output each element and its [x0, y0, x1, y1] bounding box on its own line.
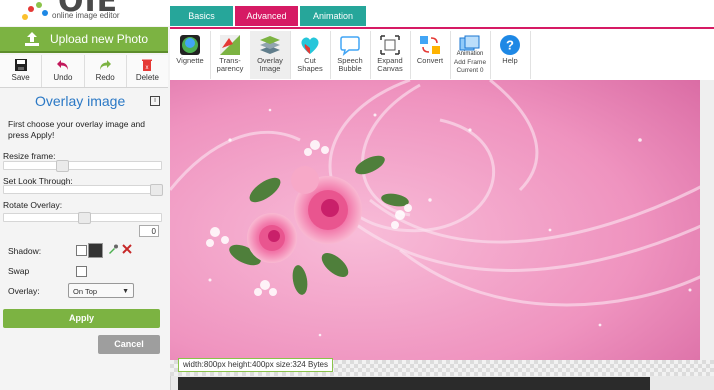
- save-label: Save: [11, 73, 30, 82]
- tool-speech-bubble[interactable]: Speech Bubble: [330, 31, 371, 79]
- tool-label: parency: [216, 64, 244, 73]
- tool-label: Convert: [416, 56, 444, 65]
- tool-transparency[interactable]: Trans- parency: [210, 31, 251, 79]
- panel-instructions: First choose your overlay image and pres…: [8, 119, 146, 140]
- apply-button[interactable]: Apply: [3, 309, 160, 328]
- slider-thumb[interactable]: [78, 212, 91, 224]
- logo-dot: [22, 14, 28, 20]
- tool-strip: Vignette Trans- parency Overlay Image Cu…: [170, 27, 714, 82]
- upload-icon: [20, 31, 44, 47]
- color-picker-icon[interactable]: [107, 243, 119, 255]
- tool-overlay-image[interactable]: Overlay Image: [250, 31, 291, 79]
- trash-icon: x: [142, 59, 153, 71]
- slider-thumb[interactable]: [56, 160, 69, 172]
- floppy-icon: [14, 59, 27, 71]
- tool-label: Current 0: [456, 67, 484, 74]
- rotate-overlay-label: Rotate Overlay:: [3, 200, 63, 210]
- tool-expand-canvas[interactable]: Expand Canvas: [370, 31, 411, 79]
- resize-frame-label: Resize frame:: [3, 151, 56, 161]
- image-info-status: width:800px height:400px size:324 Bytes: [178, 358, 333, 372]
- overlay-position-select[interactable]: On Top ▼: [68, 283, 134, 298]
- help-icon: ?: [500, 35, 520, 55]
- overlay-selected-value: On Top: [73, 287, 98, 296]
- redo-icon: [100, 60, 112, 70]
- rotate-value-input[interactable]: 0: [139, 225, 159, 237]
- logo[interactable]: OIE online image editor: [0, 0, 170, 26]
- flower-image: [170, 80, 714, 360]
- reset-tools-icon[interactable]: [121, 243, 133, 255]
- swap-checkbox[interactable]: [76, 266, 87, 277]
- tool-add-frame[interactable]: Animation Add Frame Current 0: [450, 31, 491, 79]
- tool-label: Vignette: [176, 56, 204, 65]
- logo-dot: [36, 2, 42, 8]
- tool-label: Add Frame: [453, 59, 487, 66]
- tab-animation[interactable]: Animation: [300, 6, 366, 26]
- overlay-label: Overlay:: [8, 286, 40, 296]
- svg-text:x: x: [146, 65, 149, 71]
- convert-icon: [420, 36, 440, 54]
- animation-icon: [459, 35, 480, 51]
- delete-label: Delete: [135, 73, 159, 82]
- tool-label: Help: [502, 56, 518, 65]
- tool-cut-shapes[interactable]: Cut Shapes: [290, 31, 331, 79]
- tool-label: Bubble: [338, 64, 362, 73]
- shadow-color-swatch[interactable]: [88, 243, 103, 258]
- cancel-button[interactable]: Cancel: [98, 335, 160, 354]
- resize-frame-slider[interactable]: [3, 160, 162, 172]
- shadow-checkbox[interactable]: [76, 245, 87, 256]
- undo-button[interactable]: Undo: [42, 55, 85, 87]
- logo-subtitle: online image editor: [52, 11, 120, 20]
- tool-vignette[interactable]: Vignette: [170, 31, 211, 79]
- redo-label: Redo: [95, 73, 115, 82]
- vertical-scrollbar[interactable]: [700, 80, 714, 376]
- image-canvas[interactable]: [170, 80, 714, 360]
- undo-icon: [56, 60, 68, 70]
- swap-label: Swap: [8, 266, 30, 276]
- chevron-down-icon: ▼: [122, 288, 129, 295]
- vignette-icon: [180, 35, 200, 55]
- slider-thumb[interactable]: [150, 184, 163, 196]
- logo-dot: [28, 6, 34, 12]
- logo-dot: [42, 10, 48, 16]
- rotate-overlay-slider[interactable]: [3, 212, 162, 224]
- upload-new-photo-button[interactable]: Upload new Photo: [0, 27, 168, 53]
- tab-basics[interactable]: Basics: [170, 6, 233, 26]
- look-through-slider[interactable]: [3, 184, 163, 196]
- tool-label: Shapes: [297, 64, 323, 73]
- bottom-bar: [178, 377, 650, 390]
- sidebar: OIE online image editor Upload new Photo…: [0, 0, 171, 390]
- transparency-icon: [220, 35, 240, 55]
- tool-label: Canvas: [377, 64, 403, 73]
- tool-label: Image: [259, 64, 281, 73]
- animation-caption: Animation: [456, 51, 484, 57]
- upload-label: Upload new Photo: [50, 32, 149, 46]
- edit-toolbar: Save Undo Redo x Delete: [0, 55, 168, 88]
- undo-label: Undo: [53, 73, 73, 82]
- redo-button[interactable]: Redo: [84, 55, 127, 87]
- delete-button[interactable]: x Delete: [126, 55, 168, 87]
- expand-icon: [380, 35, 400, 55]
- heart-icon: [301, 37, 319, 54]
- speech-bubble-icon: [340, 36, 360, 56]
- overlay-image-icon: [260, 36, 280, 54]
- svg-text:?: ?: [506, 38, 514, 53]
- tab-bar: Basics Advanced Animation: [170, 0, 714, 27]
- tool-convert[interactable]: Convert: [410, 31, 451, 79]
- tool-help[interactable]: ? Help: [490, 31, 531, 79]
- tab-advanced[interactable]: Advanced: [235, 6, 298, 26]
- shadow-label: Shadow:: [8, 246, 42, 256]
- panel-help-icon[interactable]: i: [150, 96, 160, 106]
- panel-title: Overlay image: [35, 93, 126, 109]
- save-button[interactable]: Save: [0, 55, 43, 87]
